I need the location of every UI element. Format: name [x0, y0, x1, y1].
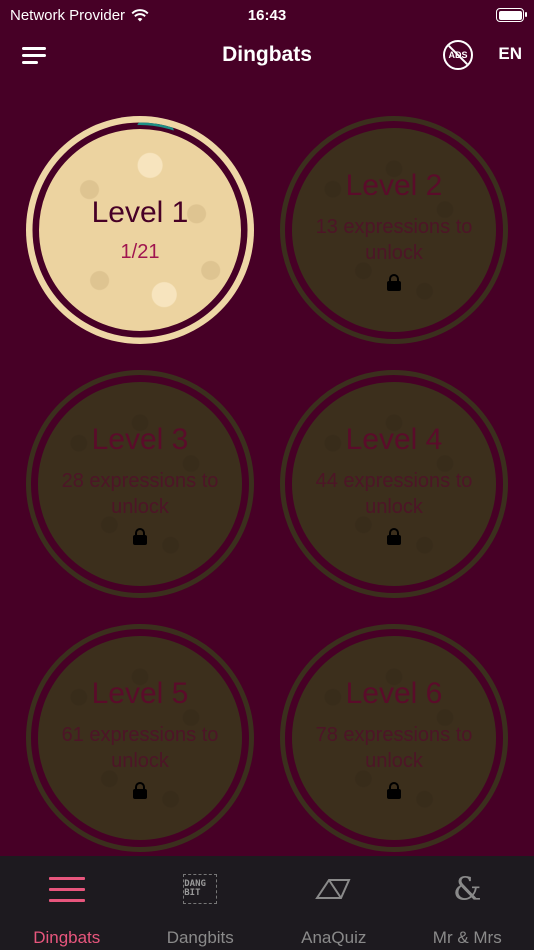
- level-unlock-text: 78 expressions to unlock: [315, 724, 473, 772]
- level-card-inner: Level 2 13 expressions to unlock: [292, 128, 496, 332]
- lock-icon: [387, 528, 401, 545]
- level-card-inner: Level 3 28 expressions to unlock: [38, 382, 242, 586]
- level-card-4[interactable]: Level 4 44 expressions to unlock: [280, 370, 508, 598]
- lock-icon: [387, 782, 401, 799]
- hamburger-menu-icon[interactable]: [22, 45, 46, 65]
- tab-anaquiz[interactable]: AnaQuiz: [267, 856, 401, 950]
- ampersand-icon: &: [453, 870, 482, 908]
- tab-label: Dingbats: [33, 928, 101, 947]
- no-ads-button[interactable]: ADS: [443, 40, 473, 70]
- anaquiz-shape-icon: [314, 872, 353, 906]
- level-title: Level 3: [91, 423, 189, 456]
- tab-label: Mr & Mrs: [432, 928, 502, 947]
- level-progress-text: 1/21: [120, 241, 160, 263]
- level-title: Level 6: [345, 677, 443, 710]
- no-ads-label: ADS: [448, 50, 468, 60]
- page-title: Dingbats: [222, 43, 312, 66]
- language-button[interactable]: EN: [498, 44, 522, 64]
- tab-label: AnaQuiz: [301, 928, 367, 947]
- level-unlock-text: 28 expressions to unlock: [61, 470, 219, 518]
- tab-bar: Dingbats DANG BIT Dangbits AnaQuiz & Mr …: [0, 856, 534, 950]
- level-title: Level 1: [91, 196, 189, 229]
- tab-dangbits[interactable]: DANG BIT Dangbits: [134, 856, 268, 950]
- level-title: Level 5: [91, 677, 189, 710]
- battery-icon: [496, 8, 527, 22]
- level-card-2[interactable]: Level 2 13 expressions to unlock: [280, 116, 508, 344]
- tab-dingbats[interactable]: Dingbats: [0, 856, 134, 950]
- nav-bar: Dingbats ADS EN: [0, 30, 534, 80]
- level-card-3[interactable]: Level 3 28 expressions to unlock: [26, 370, 254, 598]
- level-unlock-text: 13 expressions to unlock: [315, 216, 473, 264]
- dangbit-logo: DANG BIT: [183, 874, 218, 904]
- status-left: Network Provider: [10, 7, 149, 24]
- lock-icon: [133, 528, 147, 545]
- level-card-1[interactable]: Level 1 1/21: [26, 116, 254, 344]
- level-card-inner: Level 5 61 expressions to unlock: [38, 636, 242, 840]
- level-unlock-text: 61 expressions to unlock: [61, 724, 219, 772]
- status-bar: Network Provider 16:43: [0, 0, 534, 30]
- level-card-5[interactable]: Level 5 61 expressions to unlock: [26, 624, 254, 852]
- dangbit-logo-icon: DANG BIT: [183, 872, 218, 906]
- level-title: Level 4: [345, 423, 443, 456]
- lock-icon: [133, 782, 147, 799]
- wifi-icon: [131, 8, 149, 21]
- level-card-6[interactable]: Level 6 78 expressions to unlock: [280, 624, 508, 852]
- level-card-inner: Level 6 78 expressions to unlock: [292, 636, 496, 840]
- level-card-inner: Level 1 1/21: [35, 125, 245, 335]
- level-card-inner: Level 4 44 expressions to unlock: [292, 382, 496, 586]
- tab-mr-mrs[interactable]: & Mr & Mrs: [401, 856, 534, 950]
- menu-lines-icon: [48, 872, 85, 906]
- level-title: Level 2: [345, 169, 443, 202]
- tab-label: Dangbits: [166, 928, 234, 947]
- level-unlock-text: 44 expressions to unlock: [315, 470, 473, 518]
- lock-icon: [387, 274, 401, 291]
- carrier-label: Network Provider: [10, 6, 126, 24]
